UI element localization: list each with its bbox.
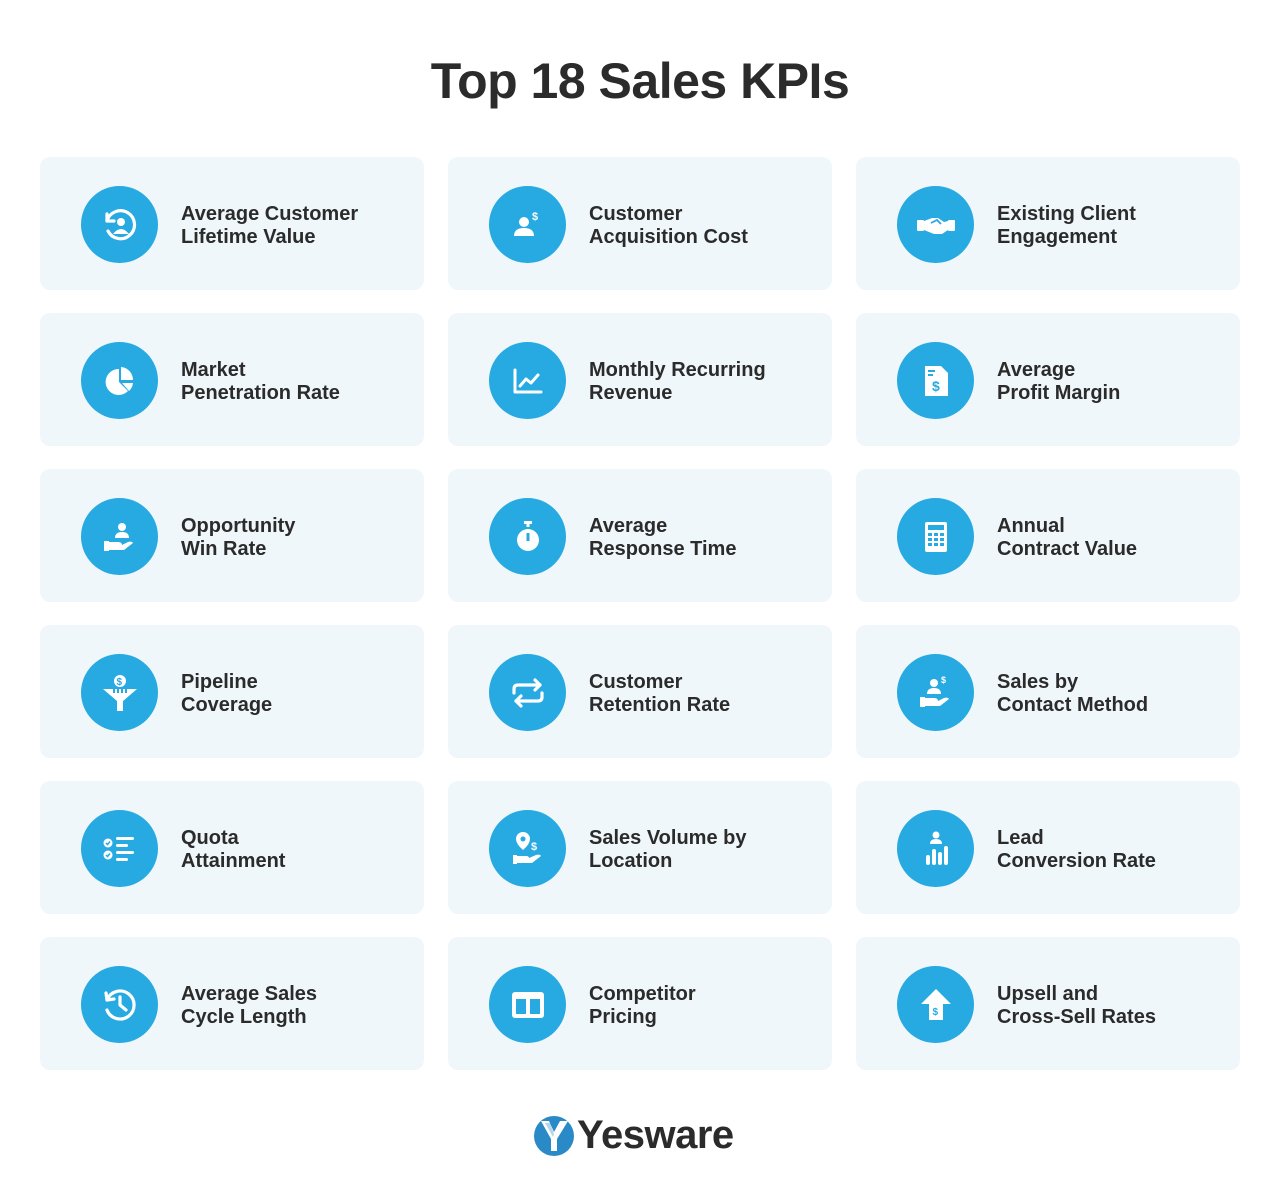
invoice-icon: $: [897, 342, 974, 419]
hand-person-dollar-icon: $: [897, 654, 974, 731]
kpi-card: Competitor Pricing: [448, 937, 832, 1070]
pie-chart-icon: [81, 342, 158, 419]
yesware-logo-text: Yesware: [577, 1113, 734, 1157]
kpi-card: $ Sales by Contact Method: [856, 625, 1240, 758]
arrow-up-dollar-icon: $: [897, 966, 974, 1043]
kpi-label: Annual Contract Value: [997, 515, 1138, 560]
kpi-card: $ Upsell and Cross-Sell Rates: [856, 937, 1240, 1070]
kpi-label: Customer Acquisition Cost: [589, 203, 748, 248]
yesware-logo: Yesware: [533, 1113, 734, 1158]
svg-text:$: $: [932, 378, 940, 394]
columns-icon: [489, 966, 566, 1043]
page-title: Top 18 Sales KPIs: [430, 53, 850, 109]
kpi-card: Average Response Time: [448, 469, 832, 602]
hand-person-icon: [81, 498, 158, 575]
kpi-card: Annual Contract Value: [856, 469, 1240, 602]
history-clock-icon: [81, 966, 158, 1043]
kpi-card: Opportunity Win Rate: [40, 469, 424, 602]
person-bar-chart-icon: [897, 810, 974, 887]
kpi-label: Sales Volume by Location: [589, 827, 747, 872]
kpi-card: Average Customer Lifetime Value: [40, 157, 424, 290]
kpi-card: Lead Conversion Rate: [856, 781, 1240, 914]
checklist-icon: [81, 810, 158, 887]
kpi-card: Quota Attainment: [40, 781, 424, 914]
yesware-logo-icon: [534, 1115, 574, 1156]
stopwatch-icon: [489, 498, 566, 575]
kpi-label: Pipeline Coverage: [181, 671, 273, 716]
kpi-card: Monthly Recurring Revenue: [448, 313, 832, 446]
kpi-label: Average Response Time: [589, 515, 737, 560]
funnel-dollar-icon: $: [81, 654, 158, 731]
calculator-icon: [897, 498, 974, 575]
svg-text:$: $: [532, 211, 538, 223]
repeat-icon: [489, 654, 566, 731]
kpi-label: Lead Conversion Rate: [997, 827, 1156, 872]
kpi-label: Sales by Contact Method: [997, 671, 1149, 716]
svg-text:$: $: [116, 677, 122, 688]
kpi-card: Market Penetration Rate: [40, 313, 424, 446]
kpi-card: $ Average Profit Margin: [856, 313, 1240, 446]
kpi-label: Opportunity Win Rate: [181, 515, 296, 560]
kpi-card: $ Customer Acquisition Cost: [448, 157, 832, 290]
kpi-label: Customer Retention Rate: [589, 671, 731, 716]
location-hand-icon: $: [489, 810, 566, 887]
kpi-label: Competitor Pricing: [589, 983, 696, 1028]
kpi-label: Average Sales Cycle Length: [181, 983, 318, 1028]
kpi-label: Quota Attainment: [181, 827, 286, 872]
kpi-grid: Average Customer Lifetime Value $ Custom…: [40, 157, 1240, 1070]
acquisition-cost-icon: $: [489, 186, 566, 263]
svg-text:$: $: [941, 675, 946, 685]
kpi-card: Average Sales Cycle Length: [40, 937, 424, 1070]
line-chart-icon: [489, 342, 566, 419]
svg-text:$: $: [531, 841, 537, 853]
kpi-label: Monthly Recurring Revenue: [589, 359, 766, 404]
kpi-card: $ Pipeline Coverage: [40, 625, 424, 758]
kpi-label: Market Penetration Rate: [181, 359, 340, 404]
kpi-label: Existing Client Engagement: [997, 203, 1136, 248]
kpi-label: Average Customer Lifetime Value: [181, 203, 359, 248]
kpi-label: Upsell and Cross-Sell Rates: [997, 983, 1156, 1028]
handshake-icon: [897, 186, 974, 263]
kpi-label: Average Profit Margin: [997, 359, 1121, 404]
kpi-card: Customer Retention Rate: [448, 625, 832, 758]
customer-lifetime-icon: [81, 186, 158, 263]
svg-text:$: $: [932, 1007, 938, 1018]
kpi-card: Existing Client Engagement: [856, 157, 1240, 290]
kpi-card: $ Sales Volume by Location: [448, 781, 832, 914]
